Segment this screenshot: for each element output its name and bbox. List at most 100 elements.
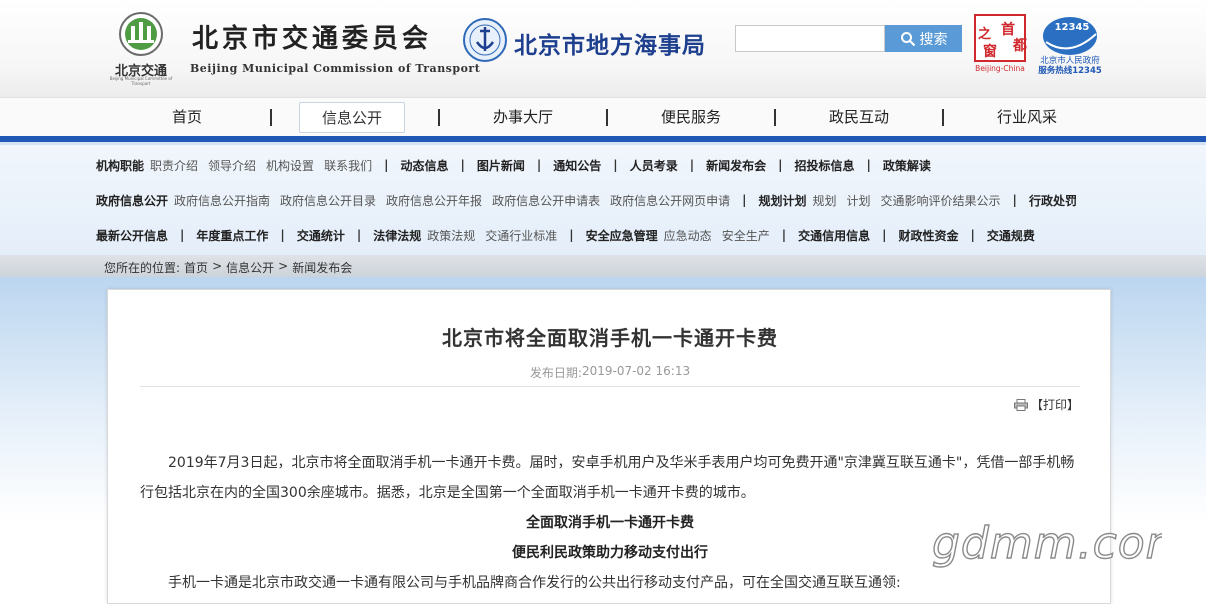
sub-nav-planning[interactable]: 规划计划	[758, 192, 806, 209]
maritime-emblem-icon[interactable]	[462, 16, 508, 64]
sub-nav-item[interactable]: 财政性资金	[899, 227, 959, 244]
sub-nav-divider: |	[384, 158, 389, 172]
sub-nav-item[interactable]: 交通统计	[297, 227, 345, 244]
nav-gov-interaction[interactable]: 政民互动	[806, 102, 912, 133]
sub-nav-item[interactable]: 人员考录	[630, 157, 678, 174]
sub-nav-divider: |	[569, 228, 574, 242]
breadcrumb-current[interactable]: 新闻发布会	[292, 259, 352, 276]
article-divider	[140, 386, 1080, 387]
site-watermark: gdmm.com	[931, 517, 1162, 569]
print-button[interactable]: 【打印】	[1014, 396, 1079, 413]
sub-nav-link[interactable]: 政府信息公开年报	[386, 192, 482, 209]
sub-nav-divider: |	[778, 158, 783, 172]
sub-nav-divider: |	[970, 228, 975, 242]
sub-nav-divider: |	[882, 228, 887, 242]
sub-nav-link[interactable]: 应急动态	[664, 227, 712, 244]
sub-nav-divider: |	[866, 158, 871, 172]
print-label: 【打印】	[1031, 398, 1080, 412]
sub-nav-link[interactable]: 政府信息公开指南	[174, 192, 270, 209]
site-title-en: Beijing Municipal Commission of Transpor…	[190, 62, 481, 75]
gov-hotline-number: 12345	[1055, 22, 1090, 33]
sub-nav-row-2: 政府信息公开 政府信息公开指南 政府信息公开目录 政府信息公开年报 政府信息公开…	[96, 190, 1077, 210]
sub-nav-link[interactable]: 政府信息公开目录	[280, 192, 376, 209]
sub-nav-safety[interactable]: 安全应急管理	[586, 227, 658, 244]
sub-nav-divider: |	[356, 228, 362, 242]
sub-nav-divider: |	[781, 228, 787, 242]
breadcrumb-separator: >	[212, 259, 223, 273]
sub-nav-link[interactable]: 政府信息公开网页申请	[610, 192, 730, 209]
nav-industry[interactable]: 行业风采	[974, 102, 1080, 133]
breadcrumb: 您所在的位置: 首页 > 信息公开 > 新闻发布会	[0, 255, 1206, 277]
beijing-china-char4: 窗	[983, 43, 997, 60]
sub-nav-admin-penalty[interactable]: 行政处罚	[1029, 192, 1077, 209]
sub-nav-divider: |	[613, 158, 618, 172]
article-date-value: 2019-07-02 16:13	[581, 364, 691, 378]
sub-nav-item[interactable]: 年度重点工作	[196, 227, 268, 244]
sub-nav-row-1: 机构职能 职责介绍 领导介绍 机构设置 联系我们 | 动态信息 | 图片新闻 |…	[96, 155, 931, 175]
sub-nav-divider: |	[742, 193, 747, 207]
sub-nav-item[interactable]: 新闻发布会	[706, 157, 766, 174]
nav-info-disclosure[interactable]: 信息公开	[299, 102, 405, 133]
sub-nav-divider: |	[689, 158, 695, 172]
nav-divider	[438, 109, 440, 126]
nav-divider	[606, 109, 608, 126]
search-button[interactable]: 搜索	[885, 25, 962, 52]
sub-nav-item[interactable]: 最新公开信息	[96, 227, 168, 244]
logo-mark-subtitle: Beijing Municipal Committee of Transport	[109, 76, 173, 86]
sub-nav-link[interactable]: 计划	[847, 192, 871, 209]
search-icon	[900, 31, 915, 46]
search-button-label: 搜索	[919, 30, 948, 47]
sub-nav-divider: |	[280, 228, 285, 242]
article-title: 北京市将全面取消手机一卡通开卡费	[442, 326, 778, 350]
sub-nav-link[interactable]: 交通行业标准	[485, 227, 557, 244]
nav-divider	[774, 109, 776, 126]
breadcrumb-info[interactable]: 信息公开	[226, 259, 274, 276]
sub-nav-link[interactable]: 联系我们	[324, 157, 372, 174]
sub-nav-link[interactable]: 领导介绍	[208, 157, 256, 174]
sub-nav-divider: |	[1012, 193, 1017, 207]
sub-nav-item[interactable]: 招投标信息	[795, 157, 855, 174]
sub-nav-item[interactable]: 交通规费	[987, 227, 1035, 244]
nav-home[interactable]: 首页	[134, 102, 240, 133]
sub-nav-gov-info[interactable]: 政府信息公开	[96, 192, 168, 209]
sub-nav-laws[interactable]: 法律法规	[373, 227, 421, 244]
sub-nav-link[interactable]: 安全生产	[722, 227, 770, 244]
sub-nav-link[interactable]: 机构设置	[266, 157, 314, 174]
breadcrumb-home[interactable]: 首页	[184, 259, 208, 276]
site-title-cn[interactable]: 北京市交通委员会	[192, 18, 432, 55]
sub-nav-org-functions[interactable]: 机构职能	[96, 157, 144, 174]
gov-name: 北京市人民政府	[1040, 55, 1100, 66]
nav-divider	[270, 109, 272, 126]
nav-divider	[942, 109, 944, 126]
nav-public-service[interactable]: 便民服务	[638, 102, 744, 133]
sub-nav-item[interactable]: 动态信息	[400, 157, 448, 174]
sub-nav-link[interactable]: 政府信息公开申请表	[492, 192, 600, 209]
sub-nav-item[interactable]: 通知公告	[553, 157, 601, 174]
article-date: 发布日期: 2019-07-02 16:13	[108, 364, 1112, 381]
sub-nav-link[interactable]: 职责介绍	[150, 157, 198, 174]
beijing-china-char1: 首	[1001, 21, 1015, 38]
main-nav: 首页 信息公开 办事大厅 便民服务 政民互动 行业风采	[0, 97, 1206, 136]
article-date-label: 发布日期:	[529, 366, 582, 380]
gov-hotline: 服务热线12345	[1038, 65, 1102, 74]
sub-nav-item[interactable]: 交通信用信息	[798, 227, 870, 244]
printer-icon	[1014, 398, 1028, 411]
maritime-bureau-title[interactable]: 北京市地方海事局	[514, 26, 706, 60]
nav-service-hall[interactable]: 办事大厅	[470, 102, 576, 133]
sub-nav: 机构职能 职责介绍 领导介绍 机构设置 联系我们 | 动态信息 | 图片新闻 |…	[0, 145, 1206, 255]
breadcrumb-separator: >	[278, 259, 289, 273]
sub-nav-divider: |	[460, 158, 465, 172]
beijing-china-char3: 之	[978, 26, 991, 42]
sub-nav-link[interactable]: 交通影响评价结果公示	[881, 192, 1001, 209]
sub-nav-link[interactable]: 规划	[813, 192, 837, 209]
beijing-china-logo-icon[interactable]: 首 都 之 窗 Beijing-China	[973, 14, 1027, 74]
sub-nav-item[interactable]: 政策解读	[883, 157, 931, 174]
sub-nav-link[interactable]: 政策法规	[427, 227, 475, 244]
sub-nav-divider: |	[536, 158, 542, 172]
search-input[interactable]	[735, 25, 885, 52]
sub-nav-divider: |	[180, 228, 185, 242]
sub-nav-item[interactable]: 图片新闻	[477, 157, 525, 174]
site-header: 北京交通 Beijing Municipal Committee of Tran…	[0, 0, 1206, 97]
beijing-china-text: Beijing-China	[975, 64, 1025, 73]
gov-hotline-logo-icon[interactable]: 12345 北京市人民政府 服务热线12345	[1030, 14, 1110, 74]
